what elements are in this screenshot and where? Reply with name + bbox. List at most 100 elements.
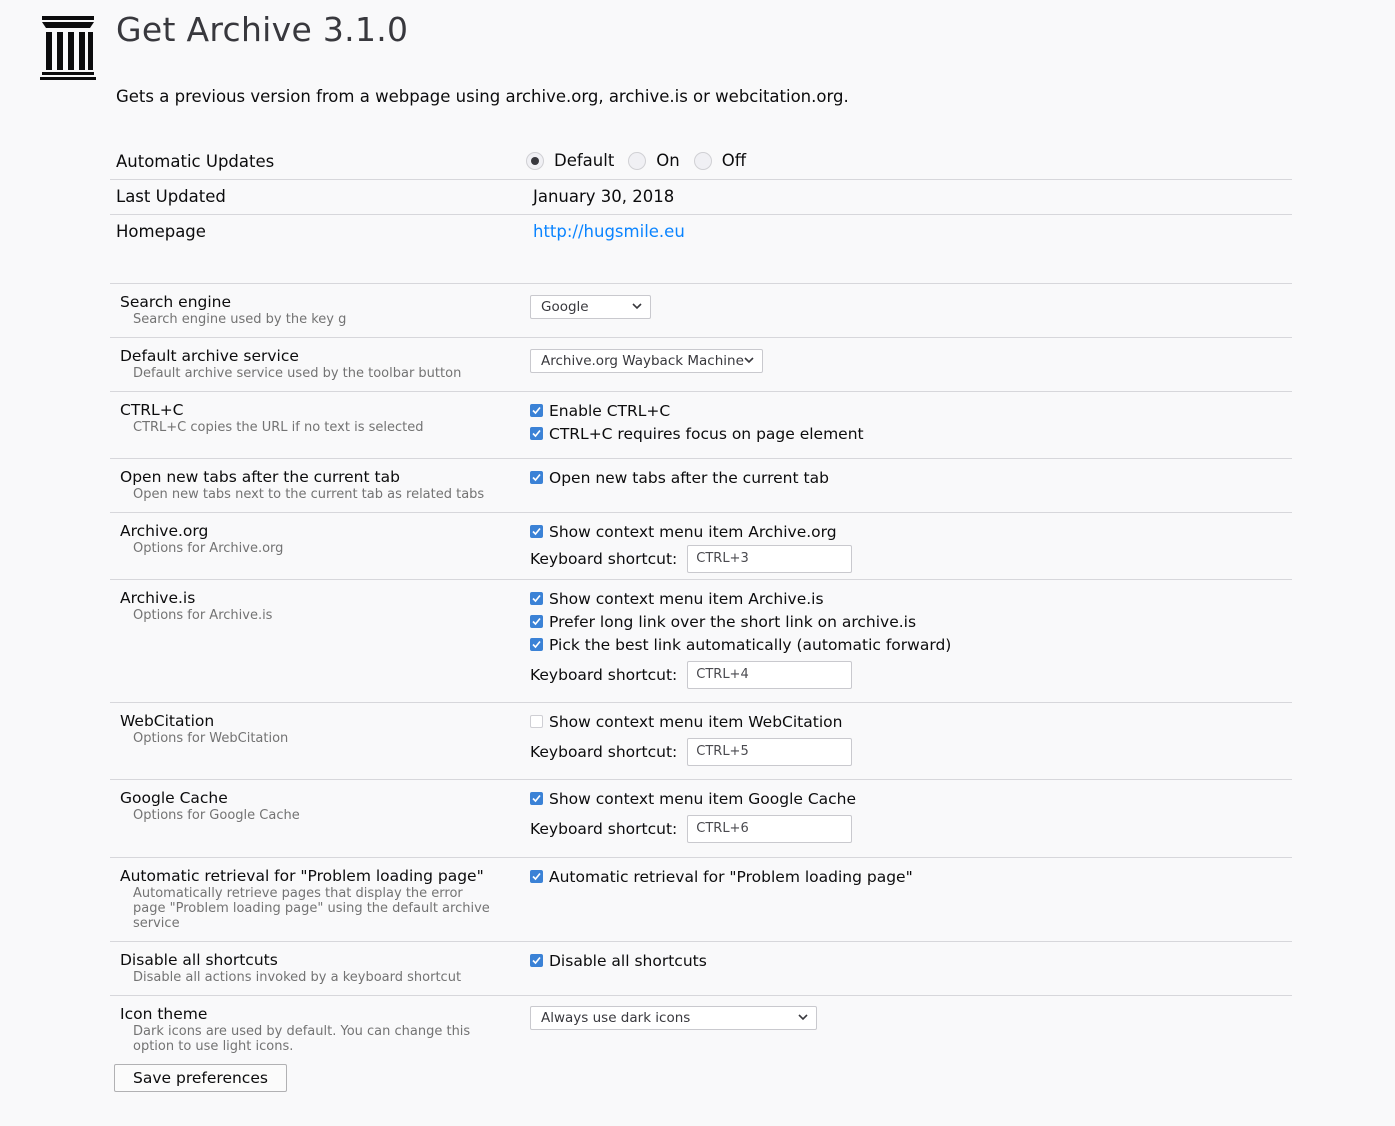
checkbox-label[interactable]: CTRL+C requires focus on page element: [549, 425, 864, 443]
shortcut-label: Keyboard shortcut:: [530, 743, 678, 761]
checkmark-icon: [532, 617, 541, 626]
archive-is-shortcut-input[interactable]: CTRL+4: [687, 661, 853, 689]
save-preferences-button[interactable]: Save preferences: [114, 1064, 287, 1092]
checkbox-row[interactable]: Show context menu item Google Cache: [530, 787, 856, 810]
new-tabs-checkbox[interactable]: [530, 471, 543, 484]
checkbox-row[interactable]: Enable CTRL+C: [530, 399, 864, 422]
archive-org-shortcut-input[interactable]: CTRL+3: [687, 545, 853, 573]
radio-default[interactable]: [526, 151, 544, 170]
radio-off[interactable]: [693, 151, 712, 170]
checkbox-label[interactable]: Show context menu item Archive.is: [549, 590, 824, 608]
option-description-line: Dark icons are used by default. You can …: [133, 1024, 471, 1039]
option-description-line: service: [133, 916, 180, 931]
checkmark-icon: [532, 406, 541, 415]
option-webcitation: WebCitation Options for WebCitation Show…: [110, 703, 1292, 780]
checkbox-row[interactable]: Show context menu item Archive.org: [530, 520, 852, 543]
shortcut-label: Keyboard shortcut:: [530, 550, 678, 568]
option-title: Open new tabs after the current tab: [120, 468, 400, 486]
radio-default-label[interactable]: Default: [554, 151, 614, 170]
option-title: Icon theme: [120, 1005, 208, 1023]
shortcut-row: Keyboard shortcut: CTRL+6: [530, 814, 856, 844]
webcitation-shortcut-input[interactable]: CTRL+5: [687, 738, 853, 766]
checkbox-label[interactable]: Prefer long link over the short link on …: [549, 613, 916, 631]
option-title: Archive.is: [120, 589, 196, 607]
radio-off-label[interactable]: Off: [722, 151, 746, 170]
auto-retrieval-checkbox[interactable]: [530, 870, 543, 883]
addon-description: Gets a previous version from a webpage u…: [116, 87, 849, 106]
select-value: Always use dark icons: [541, 1010, 691, 1026]
option-description: Default archive service used by the tool…: [133, 366, 462, 381]
option-description: CTRL+C copies the URL if no text is sele…: [133, 420, 424, 435]
option-title: WebCitation: [120, 712, 215, 730]
automatic-updates-radio-group: Default On Off: [526, 151, 760, 170]
checkbox-row[interactable]: Automatic retrieval for "Problem loading…: [530, 865, 913, 888]
checkmark-icon: [532, 956, 541, 965]
select-value: Google: [541, 299, 589, 315]
option-description: Options for Archive.org: [133, 541, 284, 556]
checkbox-row[interactable]: Show context menu item Archive.is: [530, 587, 951, 610]
checkbox-row[interactable]: Show context menu item WebCitation: [530, 710, 852, 733]
archive-is-context-checkbox[interactable]: [530, 592, 543, 605]
radio-on-label[interactable]: On: [656, 151, 679, 170]
checkbox-label[interactable]: Open new tabs after the current tab: [549, 469, 829, 487]
option-disable-shortcuts: Disable all shortcuts Disable all action…: [110, 942, 1292, 996]
checkbox-label[interactable]: Show context menu item Archive.org: [549, 523, 837, 541]
page-title: Get Archive 3.1.0: [116, 10, 409, 49]
option-description: Options for WebCitation: [133, 731, 289, 746]
option-description: Search engine used by the key g: [133, 312, 347, 327]
radio-on[interactable]: [628, 151, 647, 170]
homepage-label: Homepage: [116, 222, 206, 241]
archive-org-context-checkbox[interactable]: [530, 525, 543, 538]
checkbox-label[interactable]: Show context menu item WebCitation: [549, 713, 842, 731]
archive-is-long-link-checkbox[interactable]: [530, 615, 543, 628]
option-description: Disable all actions invoked by a keyboar…: [133, 970, 462, 985]
disable-shortcuts-checkbox[interactable]: [530, 954, 543, 967]
checkbox-row[interactable]: Disable all shortcuts: [530, 949, 707, 972]
automatic-updates-row: Automatic Updates Default On Off: [110, 145, 1292, 180]
ctrl-c-focus-checkbox[interactable]: [530, 427, 543, 440]
option-new-tabs: Open new tabs after the current tab Open…: [110, 459, 1292, 513]
addon-details: Automatic Updates Default On Off Last Up…: [110, 145, 1292, 250]
shortcut-row: Keyboard shortcut: CTRL+5: [530, 737, 853, 767]
icon-theme-select[interactable]: Always use dark icons: [530, 1006, 817, 1030]
shortcut-row: Keyboard shortcut: CTRL+3: [530, 544, 853, 574]
homepage-row: Homepage http://hugsmile.eu: [110, 215, 1292, 250]
shortcut-label: Keyboard shortcut:: [530, 820, 678, 838]
archive-is-best-link-checkbox[interactable]: [530, 638, 543, 651]
last-updated-row: Last Updated January 30, 2018: [110, 180, 1292, 215]
checkbox-label[interactable]: Pick the best link automatically (automa…: [549, 636, 951, 654]
option-title: Archive.org: [120, 522, 209, 540]
webcitation-context-checkbox[interactable]: [530, 715, 543, 728]
checkbox-row[interactable]: CTRL+C requires focus on page element: [530, 422, 864, 445]
last-updated-label: Last Updated: [116, 187, 226, 206]
select-value: Archive.org Wayback Machine: [541, 353, 744, 369]
checkbox-row[interactable]: Open new tabs after the current tab: [530, 466, 829, 489]
checkbox-label[interactable]: Show context menu item Google Cache: [549, 790, 856, 808]
option-search-engine: Search engine Search engine used by the …: [110, 284, 1292, 338]
automatic-updates-label: Automatic Updates: [116, 152, 275, 171]
chevron-down-icon: [744, 357, 754, 364]
search-engine-select[interactable]: Google: [530, 295, 651, 319]
option-archive-org: Archive.org Options for Archive.org Show…: [110, 513, 1292, 580]
checkbox-label[interactable]: Enable CTRL+C: [549, 402, 670, 420]
checkbox-label[interactable]: Automatic retrieval for "Problem loading…: [549, 868, 913, 886]
option-description-line: page "Problem loading page" using the de…: [133, 901, 490, 916]
checkbox-row[interactable]: Pick the best link automatically (automa…: [530, 633, 951, 656]
option-google-cache: Google Cache Options for Google Cache Sh…: [110, 780, 1292, 858]
checkmark-icon: [532, 429, 541, 438]
homepage-link[interactable]: http://hugsmile.eu: [533, 222, 685, 241]
preferences-form: Search engine Search engine used by the …: [110, 283, 1292, 1062]
google-cache-shortcut-input[interactable]: CTRL+6: [687, 815, 853, 843]
default-archive-select[interactable]: Archive.org Wayback Machine: [530, 349, 763, 373]
google-cache-context-checkbox[interactable]: [530, 792, 543, 805]
option-archive-is: Archive.is Options for Archive.is Show c…: [110, 580, 1292, 703]
enable-ctrl-c-checkbox[interactable]: [530, 404, 543, 417]
checkbox-label[interactable]: Disable all shortcuts: [549, 952, 707, 970]
option-title: Automatic retrieval for "Problem loading…: [120, 867, 484, 885]
checkbox-row[interactable]: Prefer long link over the short link on …: [530, 610, 951, 633]
option-title: Google Cache: [120, 789, 228, 807]
option-title: CTRL+C: [120, 401, 184, 419]
option-title: Search engine: [120, 293, 232, 311]
shortcut-row: Keyboard shortcut: CTRL+4: [530, 660, 951, 690]
archive-building-icon: [40, 16, 96, 80]
